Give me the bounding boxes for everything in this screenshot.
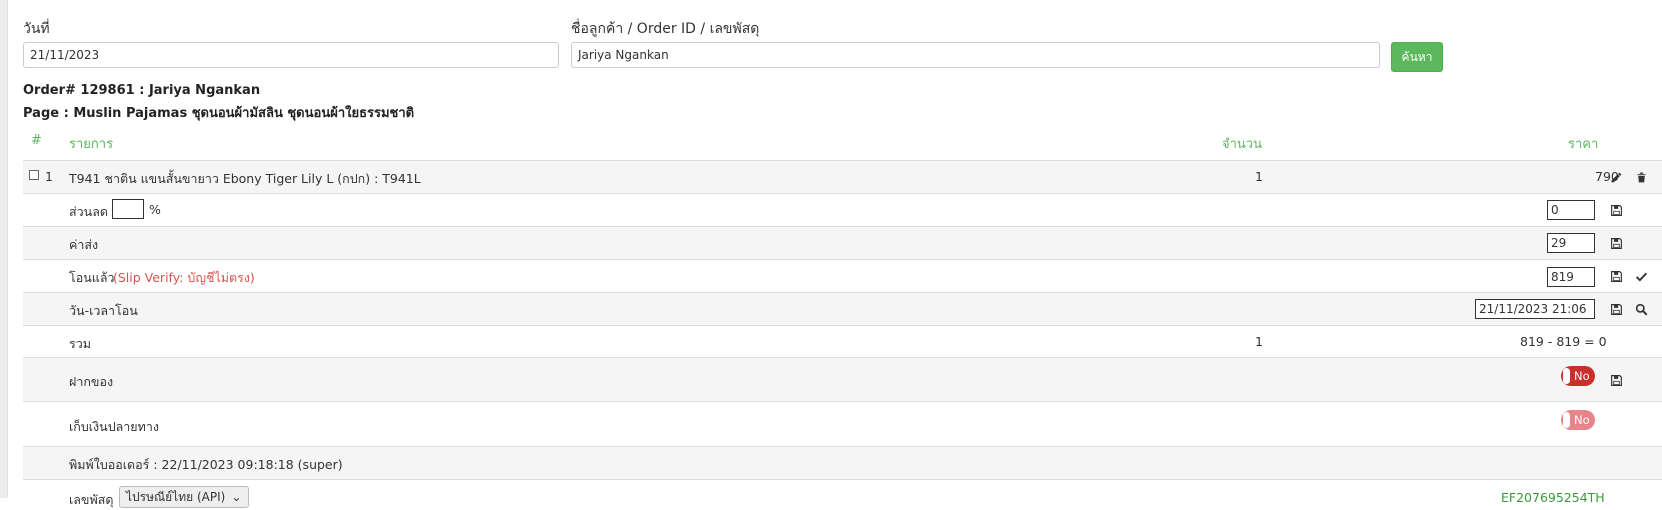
table-row-transfer-time: วัน-เวลาโอน 21/11/2023 21:06 <box>23 292 1662 325</box>
total-qty: 1 <box>1255 334 1263 349</box>
cod-label: เก็บเงินปลายทาง <box>69 419 159 434</box>
trash-icon[interactable] <box>1634 170 1648 184</box>
courier-select[interactable]: ไปรษณีย์ไทย (API) ⌄ <box>119 486 249 508</box>
save-icon[interactable] <box>1609 269 1623 283</box>
courier-select-value: ไปรษณีย์ไทย (API) <box>126 489 226 504</box>
shipping-label: ค่าส่ง <box>69 237 99 252</box>
total-calc: 819 - 819 = 0 <box>1520 334 1607 349</box>
discount-input[interactable]: 0 <box>1547 200 1595 220</box>
header-qty: จำนวน <box>1222 137 1262 152</box>
discount-percent-input[interactable] <box>112 199 144 219</box>
table-row-deposit: ฝากของ No <box>23 357 1662 401</box>
item-index: 1 <box>45 169 53 184</box>
total-label: รวม <box>69 336 91 351</box>
pencil-icon[interactable] <box>1609 170 1623 184</box>
chevron-down-icon: ⌄ <box>231 490 242 504</box>
slip-verify-note: (Slip Verify: บัญชีไม่ตรง) <box>113 270 255 285</box>
item-checkbox[interactable] <box>29 170 39 180</box>
cod-toggle-text: No <box>1574 413 1590 427</box>
table-row-discount: ส่วนลด % 0 <box>23 193 1662 226</box>
table-row-shipping: ค่าส่ง 29 <box>23 226 1662 259</box>
check-icon[interactable] <box>1634 269 1648 283</box>
header-price: ราคา <box>1568 137 1599 152</box>
header-item: รายการ <box>69 137 114 152</box>
item-qty: 1 <box>1255 169 1263 184</box>
table-row-total: รวม 1 819 - 819 = 0 <box>23 325 1662 357</box>
save-icon[interactable] <box>1609 236 1623 250</box>
search-icon[interactable] <box>1634 302 1648 316</box>
transfer-amount-input[interactable]: 819 <box>1547 267 1595 287</box>
transfer-label: โอนแล้ว <box>69 270 115 285</box>
customer-search-label: ชื่อลูกค้า / Order ID / เลขพัสดุ <box>571 21 760 37</box>
percent-sign: % <box>149 202 161 217</box>
shipping-input[interactable]: 29 <box>1547 233 1595 253</box>
table-row-transfer: โอนแล้ว (Slip Verify: บัญชีไม่ตรง) 819 <box>23 259 1662 292</box>
tracking-label: เลขพัสดุ <box>69 492 114 507</box>
deposit-label: ฝากของ <box>69 374 114 389</box>
order-page: Page : Muslin Pajamas ชุดนอนผ้ามัสลิน ชุ… <box>23 106 415 121</box>
customer-search-input[interactable]: Jariya Ngankan <box>571 42 1380 68</box>
discount-label: ส่วนลด <box>69 204 108 219</box>
toggle-knob <box>1563 412 1570 428</box>
table-row-item: 1 T941 ชาติน แขนสั้นขายาว Ebony Tiger Li… <box>23 160 1662 193</box>
date-label: วันที่ <box>23 21 50 37</box>
table-row-printed: พิมพ์ใบออเดอร์ : 22/11/2023 09:18:18 (su… <box>23 446 1662 479</box>
item-name: T941 ชาติน แขนสั้นขายาว Ebony Tiger Lily… <box>69 171 421 186</box>
save-icon[interactable] <box>1609 203 1623 217</box>
save-icon[interactable] <box>1609 373 1623 387</box>
toggle-knob <box>1563 368 1570 384</box>
transfer-time-label: วัน-เวลาโอน <box>69 303 138 318</box>
printed-label: พิมพ์ใบออเดอร์ : 22/11/2023 09:18:18 (su… <box>69 457 343 472</box>
deposit-toggle-text: No <box>1574 369 1590 383</box>
table-row-cod: เก็บเงินปลายทาง No <box>23 401 1662 446</box>
cod-toggle[interactable]: No <box>1561 410 1595 430</box>
deposit-toggle[interactable]: No <box>1561 366 1595 386</box>
left-panel-edge <box>0 0 8 498</box>
search-button[interactable]: ค้นหา <box>1391 42 1443 72</box>
header-index: # <box>31 133 42 148</box>
save-icon[interactable] <box>1609 302 1623 316</box>
order-title: Order# 129861 : Jariya Ngankan <box>23 83 261 98</box>
table-row-tracking: เลขพัสดุ ไปรษณีย์ไทย (API) ⌄ EF207695254… <box>23 479 1662 509</box>
transfer-time-input[interactable]: 21/11/2023 21:06 <box>1475 299 1595 319</box>
date-input[interactable]: 21/11/2023 <box>23 42 559 68</box>
